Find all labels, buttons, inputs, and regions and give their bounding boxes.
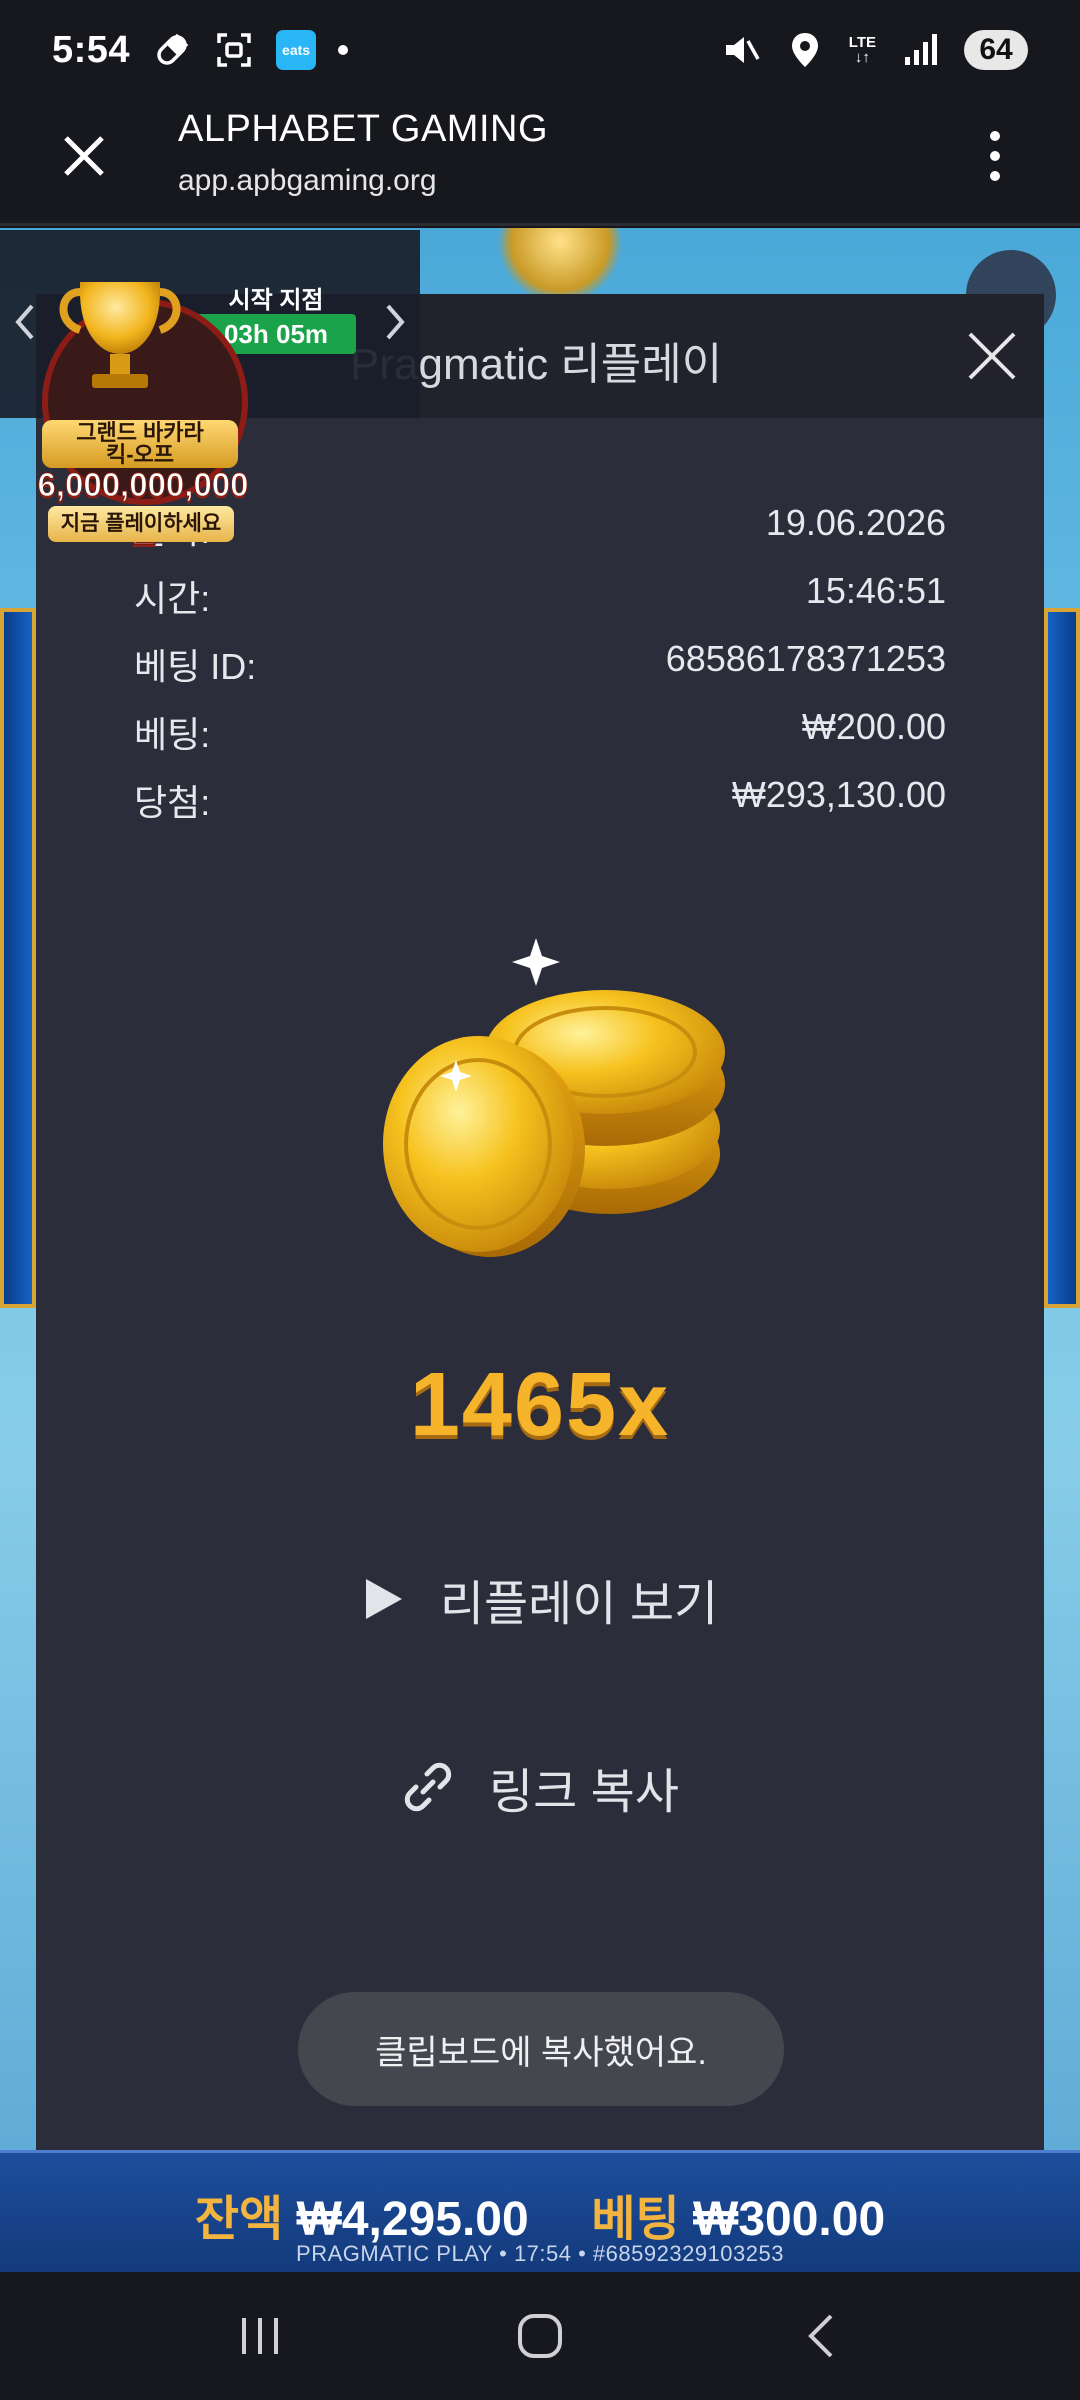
status-bar: 5:54 eats LTE ↓↑ 64 (0, 0, 1080, 100)
info-row-win: 당첨: ₩293,130.00 (134, 774, 946, 823)
eats-app-icon: eats (276, 30, 317, 70)
signal-icon (900, 30, 940, 70)
browser-header: ALPHABET GAMING app.apbgaming.org (0, 100, 1080, 226)
system-nav-bar (0, 2272, 1080, 2400)
page-url: app.apbgaming.org (178, 164, 437, 197)
balance-bar: 잔액 ₩4,295.00 베팅 ₩300.00 PRAGMATIC PLAY •… (0, 2150, 1080, 2272)
close-icon[interactable] (966, 330, 1018, 382)
win-multiplier: 1465x (409, 1355, 671, 1455)
toast-message: 클립보드에 복사했어요. (298, 1992, 784, 2106)
page-title: ALPHABET GAMING (178, 108, 549, 150)
copy-link-label: 링크 복사 (489, 1766, 679, 1819)
gold-coins-icon (383, 938, 725, 1257)
clock: 5:54 (52, 28, 131, 71)
battery-icon: 64 (964, 30, 1028, 70)
bet-value: ₩300.00 (693, 2193, 886, 2246)
reel-frame-right (1044, 608, 1080, 1308)
location-icon (785, 30, 825, 70)
game-footer: PRAGMATIC PLAY • 17:54 • #68592329103253 (296, 2241, 784, 2266)
info-row-bet-id: 베팅 ID: 68586178371253 (134, 638, 946, 687)
tournament-title: 그랜드 바카라 킥-오프 (42, 420, 238, 468)
info-row-time: 시간: 15:46:51 (134, 570, 946, 619)
mute-icon (721, 30, 761, 70)
link-icon (404, 1762, 452, 1812)
notification-dot (338, 45, 349, 55)
play-icon (365, 1579, 402, 1619)
copy-link-button[interactable]: 링크 복사 (36, 1752, 1044, 1822)
pill-icon (152, 30, 192, 70)
tournament-play-now[interactable]: 지금 플레이하세요 (48, 506, 234, 542)
chevron-right-icon[interactable] (384, 302, 406, 342)
home-icon (518, 2314, 562, 2358)
reel-frame-left (0, 608, 36, 1308)
watch-replay-label: 리플레이 보기 (439, 1578, 719, 1631)
recent-apps-button[interactable] (220, 2296, 300, 2376)
balance-label: 잔액 (194, 2193, 284, 2246)
back-icon (808, 2314, 833, 2358)
close-icon[interactable] (58, 130, 110, 182)
recent-apps-icon (242, 2318, 278, 2354)
data-arrows-icon: LTE ↓↑ (848, 34, 876, 66)
tournament-prize: 6,000,000,000원 (37, 466, 249, 550)
balance-value: ₩4,295.00 (296, 2193, 529, 2246)
bet-label: 베팅 (591, 2193, 680, 2246)
replay-modal: Pragmatic 리플레이 날짜: 19.06.2026 시간: 15:46:… (36, 294, 1044, 2150)
watch-replay-button[interactable]: 리플레이 보기 (36, 1564, 1044, 1634)
more-options-icon[interactable] (980, 128, 1010, 184)
emblem-icon (490, 228, 630, 296)
home-button[interactable] (500, 2296, 580, 2376)
back-button[interactable] (780, 2296, 860, 2376)
screenshot-icon (214, 30, 254, 70)
info-row-bet: 베팅: ₩200.00 (134, 706, 946, 755)
